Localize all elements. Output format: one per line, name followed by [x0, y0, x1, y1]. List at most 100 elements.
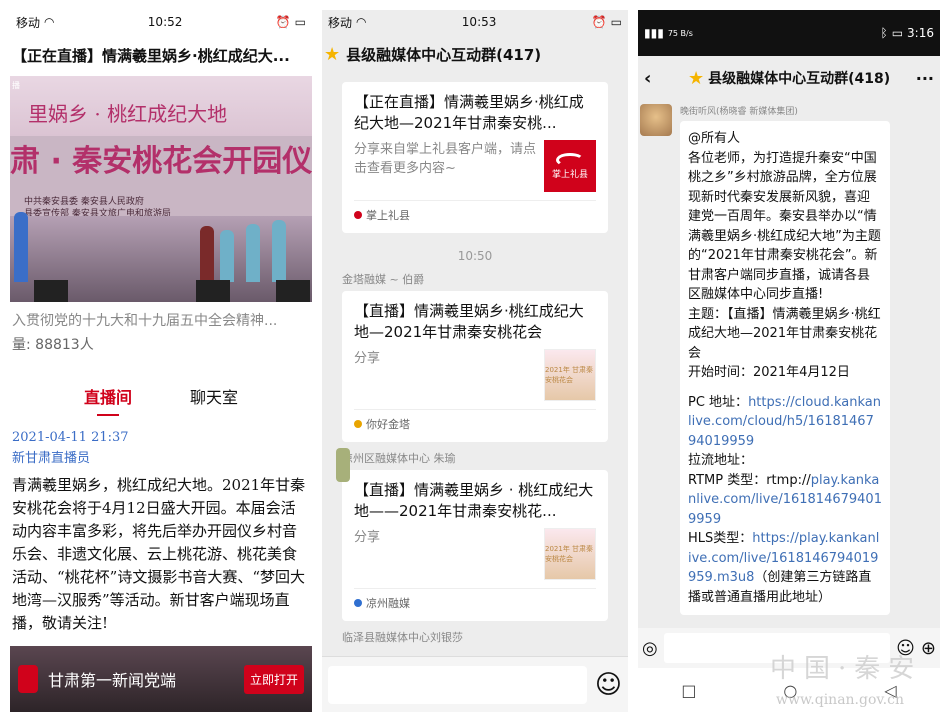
more-options-icon[interactable]: ···	[916, 69, 934, 88]
feed-body: 青满羲里娲乡，桃红成纪大地。2021年甘秦安桃花会将于4月12日盛大开园。本届会…	[12, 476, 306, 632]
watermark-text: 中国·秦安	[770, 654, 923, 684]
open-app-button[interactable]: 立即打开	[243, 664, 304, 694]
app-logo-icon	[556, 152, 584, 167]
shared-link-card[interactable]: 【正在直播】情满羲里娲乡·桃红成纪大地—2021年甘肃秦安桃... 分享来自掌上…	[342, 82, 608, 233]
message-sender: 临泽县融媒体中心刘银莎	[342, 631, 463, 644]
voice-icon[interactable]: ◎	[642, 638, 658, 659]
status-time: 10:53	[461, 15, 497, 29]
chat-message: 晚街听风(杨晓睿 新媒体集团) @所有人 各位老师，为打造提升秦安“中国桃之乡”…	[638, 104, 940, 615]
app-name: 甘肃第一新闻党端	[48, 671, 177, 690]
message-sender: 晚街听风(杨晓睿 新媒体集团)	[680, 107, 798, 117]
speaker-box	[276, 280, 310, 302]
avatar[interactable]	[640, 104, 672, 136]
bluetooth-icon: ᛒ	[880, 26, 888, 40]
card-title: 【正在直播】情满羲里娲乡·桃红成纪大地—2021年甘肃秦安桃...	[354, 93, 584, 132]
chat-timestamp: 10:50	[457, 249, 493, 263]
card-source: 你好金塔	[354, 409, 596, 432]
video-banner-line2: 肃 · 秦安桃花会开园仪式	[10, 144, 312, 179]
performer-figure	[272, 220, 286, 282]
phone-group-chat-417: 移动 ◠ 10:53 ⏰ ▭ ★ 县级融媒体中心互动群(417) 【正在直播】情…	[322, 10, 628, 712]
live-summary: 入贯彻党的十九大和十九届五中全会精神...	[12, 313, 278, 329]
feed-date: 2021-04-11 21:37	[12, 430, 129, 445]
message-sender: 凉州区融媒体中心 朱瑜	[342, 452, 456, 465]
live-feed: 2021-04-11 21:37 新甘肃直播员 青满羲里娲乡，桃红成纪大地。20…	[10, 416, 312, 642]
chat-input-bar: ☺	[322, 656, 628, 712]
card-desc: 分享	[354, 351, 381, 366]
carrier-label: 移动	[328, 15, 353, 30]
app-logo-icon	[18, 665, 38, 693]
status-bar: 移动 ◠ 10:52 ⏰ ▭	[10, 10, 312, 34]
message-bubble[interactable]: @所有人 各位老师，为打造提升秦安“中国桃之乡”乡村旅游品牌，全方位展现新时代秦…	[680, 121, 890, 615]
viewer-count: 量: 88813人	[12, 337, 94, 353]
speaker-box	[196, 280, 230, 302]
card-thumbnail: 2021年 甘肃秦安桃花会	[544, 528, 596, 580]
source-dot-icon	[354, 211, 362, 219]
battery-icon: ▭	[610, 15, 622, 29]
recent-apps-icon[interactable]: □	[681, 681, 696, 700]
pull-label: 拉流地址：	[688, 453, 754, 468]
card-thumbnail: 掌上礼县	[544, 140, 596, 192]
video-corner-label: 播	[12, 81, 20, 90]
star-icon: ★	[688, 67, 705, 89]
battery-icon: ▭	[891, 26, 904, 40]
card-desc: 分享	[354, 530, 381, 545]
rtmp-label: RTMP 类型：rtmp://	[688, 472, 811, 488]
wifi-icon: ◠	[356, 15, 367, 29]
status-time: 3:16	[907, 26, 934, 40]
app-download-bar: 甘肃第一新闻党端 立即打开	[10, 646, 312, 712]
mention-all: @所有人	[688, 131, 741, 146]
plus-icon[interactable]: ⊕	[921, 638, 936, 659]
performer-figure	[200, 226, 214, 282]
speaker-box	[34, 280, 68, 302]
network-speed: 75 B/s	[667, 28, 693, 38]
message-input[interactable]	[328, 665, 587, 704]
message-intro: 各位老师，为打造提升秦安“中国桃之乡”乡村旅游品牌，全方位展现新时代秦安发展新风…	[688, 150, 881, 303]
avatar[interactable]	[336, 448, 350, 482]
source-name: 你好金塔	[366, 418, 410, 431]
tab-live-room[interactable]: 直播间	[80, 384, 136, 416]
signal-icon: ▮▮▮	[644, 26, 664, 40]
carrier-label: 移动	[16, 15, 41, 30]
status-bar: ▮▮▮ 75 B/s ᛒ ▭ 3:16	[638, 10, 940, 56]
status-time: 10:52	[147, 15, 183, 29]
pc-label: PC 地址：	[688, 394, 749, 410]
group-title: 县级融媒体中心互动群(417)	[346, 45, 542, 64]
battery-icon: ▭	[294, 15, 306, 29]
group-title: 县级融媒体中心互动群(418)	[708, 71, 891, 87]
feed-author: 新甘肃直播员	[12, 451, 91, 466]
card-desc: 分享来自掌上礼县客户端，请点击查看更多内容~	[354, 142, 537, 176]
thumb-label: 掌上礼县	[551, 169, 588, 180]
shared-link-card[interactable]: 【直播】情满羲里娲乡·桃红成纪大地—2021年甘肃秦安桃花会 分享 2021年 …	[342, 291, 608, 442]
shared-link-card[interactable]: 【直播】情满羲里娲乡 · 桃红成纪大地——2021年甘肃秦安桃花... 分享 2…	[336, 448, 608, 621]
chat-header: ★ 县级融媒体中心互动群(417)	[322, 34, 628, 74]
live-video-player[interactable]: 播 里娲乡 · 桃红成纪大地 肃 · 秦安桃花会开园仪式 中共秦安县委 秦安县人…	[10, 76, 312, 302]
back-arrow-icon[interactable]: ‹	[644, 68, 688, 89]
performer-figure	[220, 230, 234, 282]
status-bar: 移动 ◠ 10:53 ⏰ ▭	[322, 10, 628, 34]
phone-group-chat-418: ▮▮▮ 75 B/s ᛒ ▭ 3:16 ‹ ★ 县级融媒体中心互动群(418) …	[638, 10, 940, 712]
phone-live-page: 移动 ◠ 10:52 ⏰ ▭ 【正在直播】情满羲里娲乡·桃红成纪大... 播 里…	[10, 10, 312, 712]
emoji-icon[interactable]: ☺	[595, 670, 622, 700]
source-dot-icon	[354, 420, 362, 428]
wifi-icon: ◠	[44, 15, 55, 29]
live-tabs: 直播间 聊天室	[10, 376, 312, 416]
watermark-url: www.qinan.gov.cn	[776, 692, 904, 708]
card-title: 【直播】情满羲里娲乡·桃红成纪大地—2021年甘肃秦安桃花会	[354, 302, 584, 341]
performer-figure	[14, 212, 28, 282]
source-name: 凉州融媒	[366, 597, 410, 610]
card-title: 【直播】情满羲里娲乡 · 桃红成纪大地——2021年甘肃秦安桃花...	[354, 481, 594, 520]
card-source: 掌上礼县	[354, 200, 596, 223]
page-title: 【正在直播】情满羲里娲乡·桃红成纪大...	[12, 46, 290, 65]
source-dot-icon	[354, 599, 362, 607]
performer-figure	[246, 224, 260, 282]
tab-chat-room[interactable]: 聊天室	[186, 384, 242, 408]
card-thumbnail: 2021年 甘肃秦安桃花会	[544, 349, 596, 401]
message-topic: 主题：【直播】情满羲里娲乡·桃红成纪大地—2021年甘肃秦安桃花会	[688, 306, 881, 361]
message-start-time: 开始时间：2021年4月12日	[688, 365, 850, 380]
alarm-icon: ⏰	[591, 15, 607, 29]
message-sender: 金塔融媒 ~ 伯爵	[342, 273, 425, 286]
video-banner-line1: 里娲乡 · 桃红成纪大地	[28, 102, 228, 126]
source-name: 掌上礼县	[366, 209, 410, 222]
star-icon: ★	[324, 43, 341, 65]
chat-header: ‹ ★ 县级融媒体中心互动群(418) ···	[638, 56, 940, 100]
